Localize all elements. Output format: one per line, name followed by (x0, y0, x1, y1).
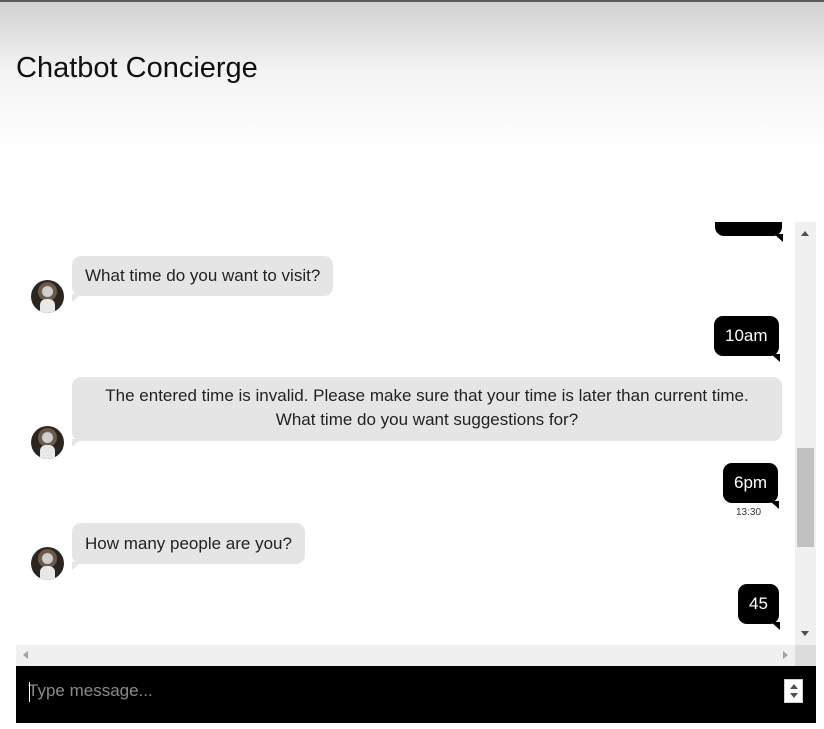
page-title: Chatbot Concierge (16, 52, 258, 84)
text-caret (29, 682, 30, 702)
message-input-bar (16, 666, 816, 723)
bot-message: What time do you want to visit? (72, 256, 334, 302)
horizontal-scrollbar[interactable] (16, 645, 795, 666)
vertical-scrollbar[interactable] (795, 222, 816, 645)
scrollbar-thumb[interactable] (797, 448, 814, 547)
header: Chatbot Concierge (0, 2, 824, 152)
input-spinner[interactable] (784, 679, 803, 703)
spin-down-icon[interactable] (790, 693, 798, 698)
bot-message-text: How many people are you? (85, 534, 292, 553)
user-message-text: 45 (749, 594, 768, 613)
arrow-up-icon[interactable] (801, 231, 809, 236)
message-timestamp: 13:30 (736, 507, 762, 518)
bot-avatar (31, 280, 64, 313)
bot-avatar (31, 426, 64, 459)
user-message-text: 10am (725, 326, 768, 345)
chat-messages[interactable]: What time do you want to visit? 10am The… (16, 222, 795, 645)
spin-up-icon[interactable] (790, 684, 798, 689)
message-input[interactable] (28, 681, 768, 709)
arrow-right-icon[interactable] (783, 651, 788, 659)
bot-avatar (31, 547, 64, 580)
user-message-text: 6pm (734, 473, 768, 492)
chatbot-page: Chatbot Concierge What time do you want … (0, 0, 824, 729)
user-message-partial (715, 222, 783, 242)
bot-message-text: What time do you want to visit? (85, 266, 321, 285)
bot-message-line: The entered time is invalid. Please make… (105, 386, 749, 405)
scrollbar-corner (795, 645, 816, 666)
arrow-down-icon[interactable] (801, 631, 809, 636)
user-message: 6pm (723, 463, 780, 509)
arrow-left-icon[interactable] (23, 651, 28, 659)
bot-message: How many people are you? (72, 523, 305, 570)
user-message: 45 (738, 584, 780, 630)
user-message: 10am (714, 316, 780, 362)
bot-message: The entered time is invalid. Please make… (72, 377, 782, 447)
bot-message-line: What time do you want suggestions for? (275, 410, 579, 429)
